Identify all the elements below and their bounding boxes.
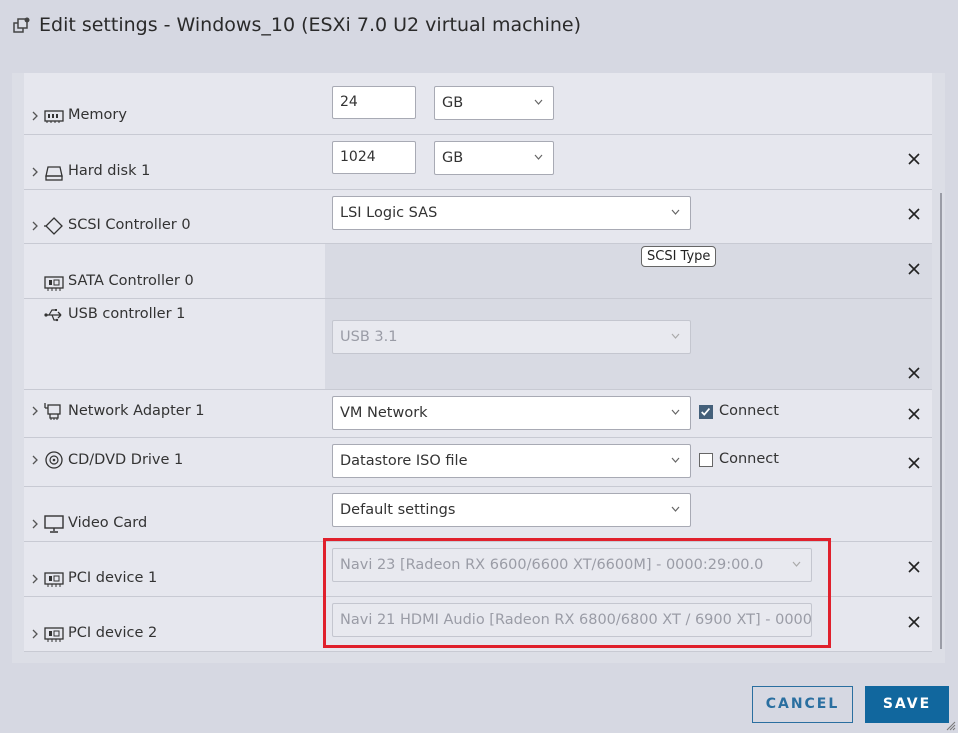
- cancel-button[interactable]: CANCEL: [752, 686, 853, 723]
- video-settings-value: Default settings: [340, 502, 456, 518]
- row-label: Memory: [68, 107, 127, 123]
- chevron-right-icon[interactable]: [30, 574, 40, 584]
- chevron-right-icon[interactable]: [30, 455, 40, 465]
- chevron-right-icon[interactable]: [30, 519, 40, 529]
- remove-device-close-icon[interactable]: [907, 456, 921, 470]
- remove-device-close-icon[interactable]: [907, 152, 921, 166]
- chevron-down-icon: [671, 209, 680, 215]
- checkmark-icon: [701, 408, 711, 416]
- memory-size-input[interactable]: 24: [332, 86, 416, 119]
- save-button[interactable]: SAVE: [865, 686, 949, 723]
- remove-device-close-icon[interactable]: [907, 407, 921, 421]
- chevron-right-icon[interactable]: [30, 167, 40, 177]
- resize-grip-icon[interactable]: [946, 721, 956, 731]
- scsi-type-value: LSI Logic SAS: [340, 205, 438, 221]
- row-memory: Memory 24 GB: [24, 73, 932, 135]
- row-label: PCI device 1: [68, 570, 158, 586]
- pci-device-icon: [44, 627, 64, 642]
- row-cd-dvd-drive: CD/DVD Drive 1 Datastore ISO file Connec…: [24, 438, 932, 487]
- chevron-down-icon: [671, 457, 680, 463]
- remove-device-close-icon[interactable]: [907, 207, 921, 221]
- network-value: VM Network: [340, 405, 428, 421]
- row-usb-controller: USB controller 1 USB 3.1: [24, 299, 932, 390]
- row-network-adapter: Network Adapter 1 VM Network Connect: [24, 390, 932, 438]
- scsi-type-tooltip: SCSI Type: [641, 246, 717, 267]
- chevron-right-icon[interactable]: [30, 111, 40, 121]
- dialog-titlebar: Edit settings - Windows_10 (ESXi 7.0 U2 …: [0, 0, 958, 58]
- connect-label: Connect: [719, 451, 779, 467]
- network-adapter-icon: [44, 403, 61, 420]
- vm-edit-icon: [13, 17, 30, 33]
- network-select[interactable]: VM Network: [332, 396, 691, 430]
- dialog-title: Edit settings - Windows_10 (ESXi 7.0 U2 …: [39, 14, 582, 36]
- chevron-down-icon: [671, 506, 680, 512]
- usb-type-select: USB 3.1: [332, 320, 691, 354]
- row-label: PCI device 2: [68, 625, 158, 641]
- vertical-scrollbar[interactable]: [940, 193, 942, 649]
- chevron-down-icon: [671, 409, 680, 415]
- row-label: USB controller 1: [68, 306, 186, 322]
- row-label: SCSI Controller 0: [68, 217, 191, 233]
- row-video-card: Video Card Default settings: [24, 487, 932, 542]
- row-label: SATA Controller 0: [68, 273, 194, 289]
- connect-checkbox[interactable]: [699, 405, 713, 419]
- cd-dvd-source-select[interactable]: Datastore ISO file: [332, 444, 691, 478]
- chevron-right-icon[interactable]: [30, 406, 40, 416]
- chevron-right-icon[interactable]: [30, 221, 40, 231]
- memory-unit-select[interactable]: GB: [434, 86, 554, 120]
- row-hard-disk: Hard disk 1 1024 GB: [24, 135, 932, 190]
- connect-label: Connect: [719, 403, 779, 419]
- sata-controller-icon: [44, 276, 64, 291]
- hard-disk-icon: [45, 166, 63, 181]
- memory-icon: [44, 110, 64, 123]
- scsi-type-select[interactable]: LSI Logic SAS: [332, 196, 691, 230]
- row-label: Video Card: [68, 515, 148, 531]
- video-settings-select[interactable]: Default settings: [332, 493, 691, 527]
- remove-device-close-icon[interactable]: [907, 366, 921, 380]
- chevron-down-icon: [534, 154, 543, 160]
- disk-unit-value: GB: [442, 150, 464, 166]
- row-sata-controller: SATA Controller 0: [24, 244, 932, 299]
- disk-unit-select[interactable]: GB: [434, 141, 554, 175]
- cd-dvd-source-value: Datastore ISO file: [340, 453, 468, 469]
- scsi-controller-icon: [44, 217, 63, 235]
- usb-type-value: USB 3.1: [340, 329, 398, 345]
- chevron-down-icon: [534, 99, 543, 105]
- chevron-down-icon: [671, 333, 680, 339]
- remove-device-close-icon[interactable]: [907, 560, 921, 574]
- remove-device-close-icon[interactable]: [907, 262, 921, 276]
- pci-device-icon: [44, 572, 64, 587]
- connect-checkbox[interactable]: [699, 453, 713, 467]
- chevron-right-icon[interactable]: [30, 629, 40, 639]
- row-label: Network Adapter 1: [68, 403, 205, 419]
- row-scsi-controller: SCSI Controller 0 LSI Logic SAS: [24, 190, 932, 244]
- highlight-box: [323, 538, 831, 648]
- disk-size-input[interactable]: 1024: [332, 141, 416, 174]
- row-label: CD/DVD Drive 1: [68, 452, 184, 468]
- row-label: Hard disk 1: [68, 163, 151, 179]
- monitor-icon: [44, 515, 64, 533]
- cd-dvd-icon: [45, 451, 63, 469]
- memory-unit-value: GB: [442, 95, 464, 111]
- remove-device-close-icon[interactable]: [907, 615, 921, 629]
- usb-icon: [44, 309, 62, 322]
